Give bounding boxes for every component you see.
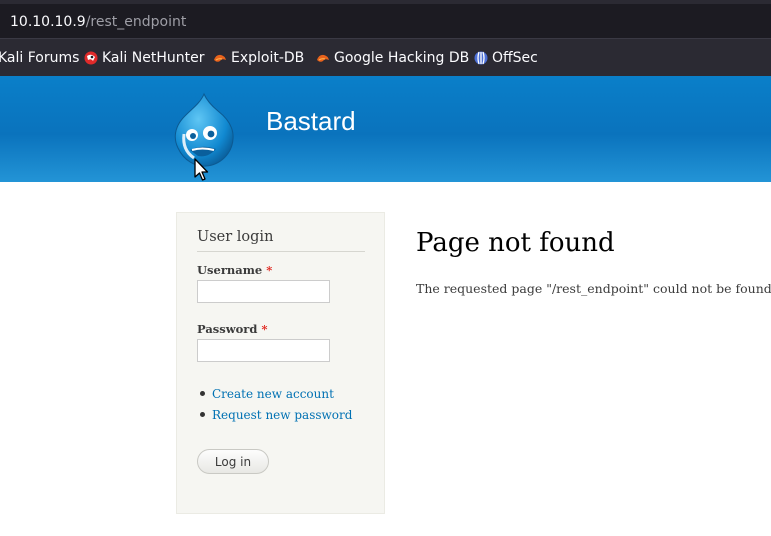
url-path: /rest_endpoint (85, 14, 187, 30)
bookmark-label: Kali NetHunter (102, 50, 205, 66)
site-name[interactable]: Bastard (266, 106, 356, 137)
bullet (200, 412, 205, 417)
page-title: Page not found (416, 228, 615, 258)
block-title: User login (197, 229, 274, 245)
nethunter-icon (84, 51, 98, 65)
bookmark-google-hacking-db[interactable]: Google Hacking DB (316, 49, 469, 67)
ghdb-icon (317, 54, 329, 62)
password-label-text: Password (197, 322, 258, 336)
username-label-text: Username (197, 263, 263, 277)
username-input[interactable] (197, 280, 330, 303)
request-password-link[interactable]: Request new password (212, 408, 352, 422)
required-marker: * (261, 322, 268, 336)
address-url[interactable]: 10.10.10.9/rest_endpoint (10, 14, 186, 30)
username-label: Username * (197, 263, 272, 277)
browser-top-edge (0, 0, 771, 4)
url-host: 10.10.10.9 (10, 14, 86, 30)
user-login-block: User login Username * Password * Create … (176, 212, 385, 514)
offsec-icon (474, 51, 488, 65)
list-item: Request new password (197, 404, 352, 425)
site-header: Bastard (0, 76, 771, 182)
bookmark-offsec[interactable]: OffSec (474, 49, 538, 67)
login-button[interactable]: Log in (197, 449, 269, 474)
bookmark-kali-forums[interactable]: Kali Forums (0, 49, 79, 67)
bookmark-label: Exploit-DB (231, 50, 305, 66)
bookmark-label: Google Hacking DB (334, 50, 470, 66)
required-marker: * (266, 263, 273, 277)
login-links-list: Create new account Request new password (197, 383, 352, 425)
mouse-cursor-icon (194, 158, 209, 181)
address-field[interactable]: 10.10.10.9/rest_endpoint (0, 5, 771, 39)
not-found-message: The requested page "/rest_endpoint" coul… (416, 281, 771, 296)
create-account-link[interactable]: Create new account (212, 387, 334, 401)
list-item: Create new account (197, 383, 352, 404)
bookmark-label: Kali Forums (0, 50, 80, 66)
bookmarks-toolbar: Kali Forums Kali NetHunter Exploit-DB Go… (0, 39, 771, 76)
bullet (200, 391, 205, 396)
bookmark-kali-nethunter[interactable]: Kali NetHunter (84, 49, 204, 67)
bookmark-exploit-db[interactable]: Exploit-DB (213, 49, 304, 67)
bookmark-label: OffSec (492, 50, 538, 66)
password-label: Password * (197, 322, 267, 336)
password-input[interactable] (197, 339, 330, 362)
exploit-db-icon (214, 54, 226, 62)
block-title-divider (197, 251, 365, 252)
browser-url-bar: 10.10.10.9/rest_endpoint (0, 0, 771, 39)
